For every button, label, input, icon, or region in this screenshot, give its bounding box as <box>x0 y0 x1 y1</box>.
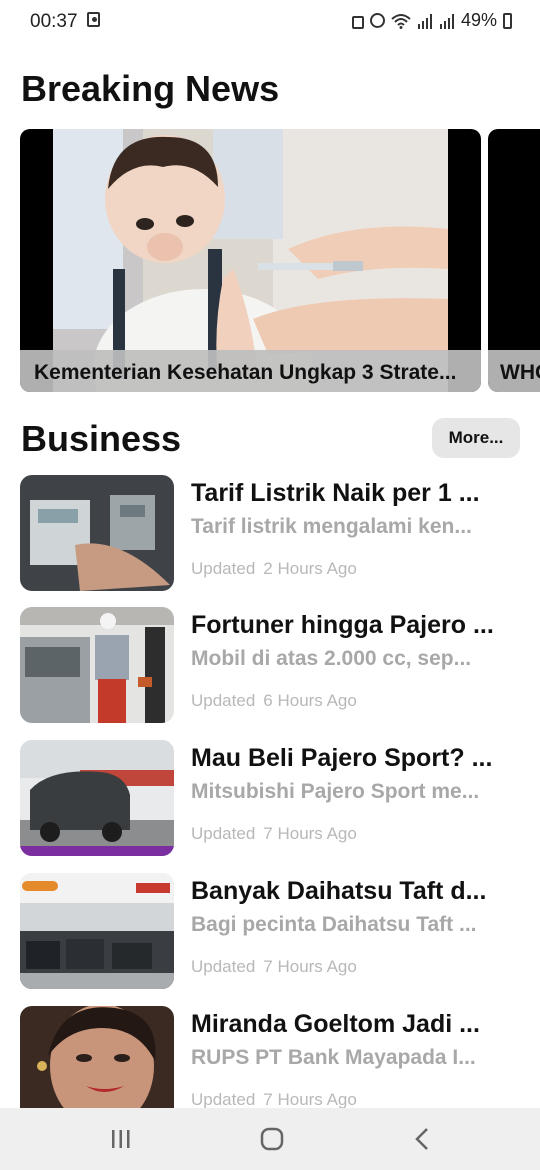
signal-icon-2 <box>439 13 454 29</box>
news-list-item[interactable]: Fortuner hingga Pajero ... Mobil di atas… <box>20 607 540 727</box>
home-icon[interactable] <box>257 1124 287 1154</box>
back-icon[interactable] <box>408 1124 438 1154</box>
news-title: Mau Beli Pajero Sport? ... <box>191 744 493 772</box>
news-updated: Updated 7 Hours Ago <box>191 824 357 843</box>
news-thumbnail <box>20 607 174 723</box>
news-thumbnail <box>20 740 174 856</box>
news-description: Tarif listrik mengalami ken... <box>191 515 472 538</box>
screenshot-notification-icon <box>87 12 100 27</box>
breaking-news-title: Breaking News <box>21 68 280 109</box>
breaking-news-carousel[interactable]: Kementerian Kesehatan Ungkap 3 Strate...… <box>20 129 540 392</box>
news-thumbnail <box>20 873 174 989</box>
wifi-icon <box>391 13 411 29</box>
breaking-news-caption: Kementerian Kesehatan Ungkap 3 Strate... <box>34 361 457 384</box>
battery-icon <box>503 12 512 29</box>
status-bar: 00:37 49% <box>0 0 540 44</box>
news-title: Miranda Goeltom Jadi ... <box>191 1010 480 1038</box>
news-title: Banyak Daihatsu Taft d... <box>191 877 487 905</box>
news-thumbnail <box>20 475 174 591</box>
business-section-title: Business <box>21 418 182 459</box>
breaking-news-card[interactable]: Kementerian Kesehatan Ungkap 3 Strate... <box>20 129 481 392</box>
status-time: 00:37 <box>30 11 78 32</box>
news-thumbnail <box>20 1006 174 1122</box>
news-list-item[interactable]: Banyak Daihatsu Taft d... Bagi pecinta D… <box>20 873 540 993</box>
more-button[interactable]: More... <box>432 418 520 458</box>
news-updated: Updated 2 Hours Ago <box>191 559 357 578</box>
news-updated: Updated 7 Hours Ago <box>191 1090 357 1109</box>
recent-apps-icon[interactable] <box>106 1124 136 1154</box>
news-description: Mobil di atas 2.000 cc, sep... <box>191 647 472 670</box>
news-updated: Updated 7 Hours Ago <box>191 957 357 976</box>
news-description: Bagi pecinta Daihatsu Taft ... <box>191 913 477 936</box>
battery-percent: 49% <box>460 10 497 30</box>
news-list-item[interactable]: Tarif Listrik Naik per 1 ... Tarif listr… <box>20 475 540 595</box>
news-updated: Updated 6 Hours Ago <box>191 691 357 710</box>
news-list-item[interactable]: Mau Beli Pajero Sport? ... Mitsubishi Pa… <box>20 740 540 860</box>
status-icons: 49% <box>351 10 512 31</box>
news-title: Tarif Listrik Naik per 1 ... <box>191 479 480 507</box>
breaking-news-card-next[interactable]: WHO <box>488 129 540 392</box>
breaking-news-caption-next: WHO <box>500 361 540 384</box>
news-title: Fortuner hingga Pajero ... <box>191 611 494 639</box>
news-description: Mitsubishi Pajero Sport me... <box>191 780 480 803</box>
signal-icon <box>417 13 432 29</box>
news-description: RUPS PT Bank Mayapada I... <box>191 1046 476 1069</box>
alarm-icon <box>369 13 385 28</box>
system-navigation-bar <box>0 1108 540 1170</box>
lock-icon <box>351 16 364 29</box>
